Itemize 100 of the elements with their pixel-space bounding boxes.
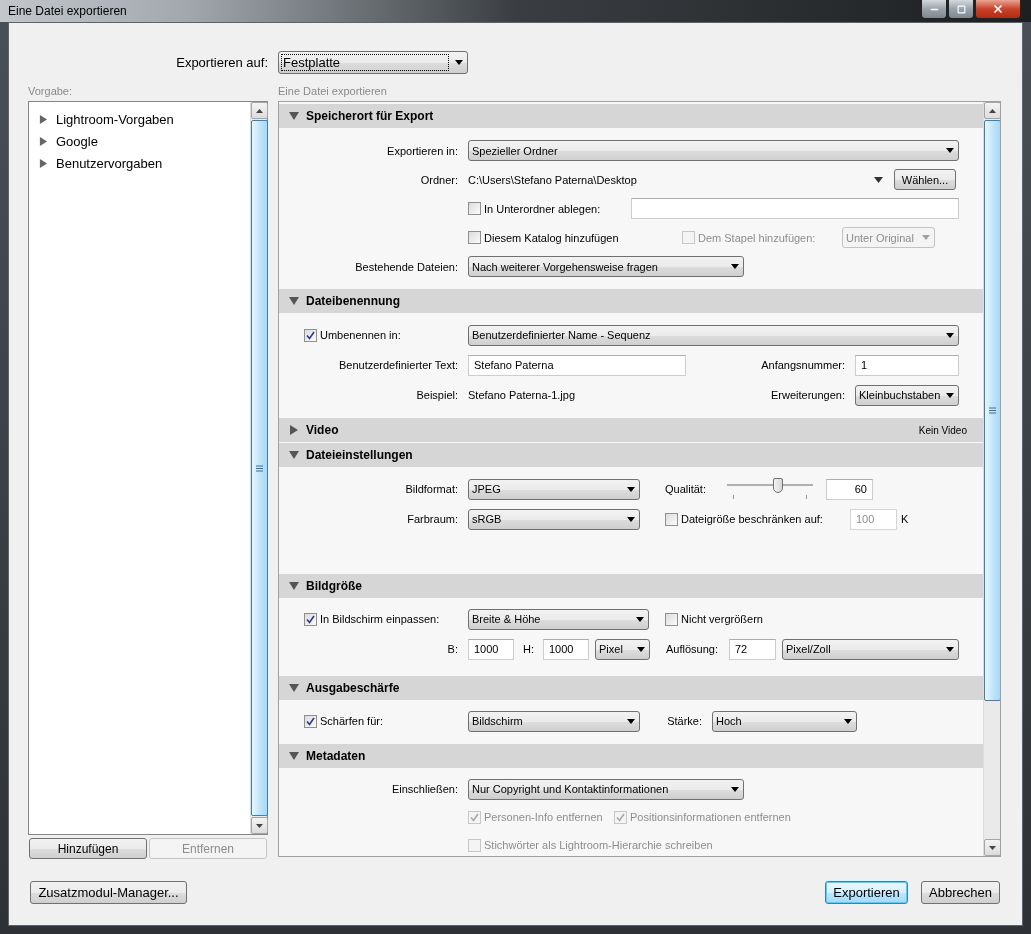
section-header[interactable]: Ausgabeschärfe <box>279 676 983 700</box>
scrollbar-thumb[interactable] <box>984 120 1000 701</box>
dropdown[interactable]: Pixel/Zoll <box>782 638 959 660</box>
checkbox-option[interactable]: Dateigröße beschränken auf: <box>665 512 823 526</box>
checkbox[interactable] <box>468 202 481 215</box>
grip-icon <box>256 464 263 472</box>
section-header[interactable]: Dateibenennung <box>279 289 983 313</box>
checkbox[interactable] <box>468 231 481 244</box>
tree-item[interactable]: Google <box>39 130 250 152</box>
dropdown[interactable]: Bildschirm <box>468 710 640 732</box>
value-text: Stefano Paterna-1.jpg <box>468 389 576 401</box>
dropdown[interactable]: Spezieller Ordner <box>468 140 959 161</box>
caret-icon[interactable] <box>874 176 883 183</box>
section-header[interactable]: Video Kein Video <box>279 418 983 442</box>
section-header[interactable]: Speicherort für Export <box>279 104 983 128</box>
down-arrow-icon <box>256 823 263 828</box>
caret-icon <box>844 718 852 724</box>
checkbox-option[interactable]: Schärfen für: <box>304 714 383 728</box>
field-label: Bildformat: <box>405 483 458 495</box>
checkbox[interactable] <box>304 612 317 626</box>
caret-icon <box>455 60 463 65</box>
caret-icon <box>922 235 930 240</box>
down-arrow-icon <box>989 845 996 850</box>
field-label: H: <box>523 643 534 655</box>
up-arrow-icon <box>989 108 996 113</box>
dropdown[interactable]: JPEG <box>468 478 640 500</box>
field-label: Bestehende Dateien: <box>355 260 458 273</box>
up-arrow-icon <box>256 108 263 113</box>
field-label: Stärke: <box>667 715 702 727</box>
grip-icon <box>989 407 996 414</box>
minimize-button[interactable] <box>921 0 947 19</box>
tree-item[interactable]: Benutzervorgaben <box>39 152 250 174</box>
dropdown[interactable]: Hoch <box>712 710 857 732</box>
tree-item[interactable]: Lightroom-Vorgaben <box>39 108 250 130</box>
slider-thumb[interactable] <box>772 478 783 493</box>
caret-icon <box>946 148 954 153</box>
dropdown[interactable]: Breite & Höhe <box>468 608 649 630</box>
dropdown[interactable]: Nach weiterer Vorgehensweise fragen <box>468 256 744 277</box>
checkbox-option[interactable]: Diesem Katalog hinzufügen <box>468 231 619 244</box>
checkbox[interactable] <box>665 612 678 626</box>
section-header[interactable]: Dateieinstellungen <box>279 443 983 467</box>
text-field[interactable]: 1 <box>855 354 959 376</box>
section-header[interactable]: Metadaten <box>279 744 983 768</box>
section-header[interactable]: Bildgröße <box>279 574 983 598</box>
section-label: Vorgabe: <box>28 85 74 97</box>
checkbox[interactable] <box>304 714 317 728</box>
scroll-down-button[interactable] <box>984 839 1000 856</box>
maximize-icon <box>956 4 966 14</box>
field-label: Erweiterungen: <box>771 389 845 401</box>
preset-button[interactable]: Hinzufügen <box>29 838 147 859</box>
caret-icon <box>627 516 635 522</box>
dropdown[interactable]: sRGB <box>468 508 640 530</box>
dropdown[interactable]: Nur Copyright und Kontaktinformationen <box>468 778 744 800</box>
field-label: Beispiel: <box>416 389 458 401</box>
field-label: Exportieren in: <box>387 144 458 157</box>
checkbox-option[interactable]: In Unterordner ablegen: <box>468 202 601 215</box>
checkbox[interactable] <box>304 328 317 342</box>
choose-button[interactable]: Wählen... <box>894 169 956 190</box>
scroll-up-button[interactable] <box>251 102 268 119</box>
checkbox-option[interactable]: Nicht vergrößern <box>665 612 763 626</box>
field-label: Farbraum: <box>407 513 458 525</box>
section-label: Eine Datei exportieren <box>278 85 388 97</box>
field-label: B: <box>447 643 458 655</box>
dropdown[interactable]: Kleinbuchstaben <box>855 384 959 406</box>
checkbox[interactable] <box>665 512 678 526</box>
scrollbar-thumb[interactable] <box>251 120 268 816</box>
dropdown[interactable]: Pixel <box>595 638 650 660</box>
window-title: Eine Datei exportieren <box>7 3 127 18</box>
checkbox-option[interactable]: In Bildschirm einpassen: <box>304 612 440 626</box>
dialog-button[interactable]: Abbrechen <box>921 881 1000 904</box>
plugin-manager-button[interactable]: Zusatzmodul-Manager... <box>30 881 187 904</box>
caret-icon <box>731 786 739 792</box>
scroll-up-button[interactable] <box>984 102 1000 119</box>
caret-icon <box>731 264 739 269</box>
checkbox-option[interactable]: Umbenennen in: <box>304 328 401 342</box>
close-icon <box>992 3 1004 15</box>
dialog-button[interactable]: Exportieren <box>825 881 908 904</box>
text-field[interactable]: 60 <box>826 478 873 500</box>
dropdown[interactable]: Benutzerdefinierter Name - Sequenz <box>468 324 959 346</box>
text-field[interactable]: Stefano Paterna <box>468 354 686 376</box>
field-label: Exportieren auf: <box>176 55 268 70</box>
close-button[interactable] <box>975 0 1021 19</box>
text-field[interactable] <box>631 198 959 219</box>
text-field[interactable]: 72 <box>729 638 776 660</box>
scroll-down-button[interactable] <box>251 817 268 834</box>
caret-icon <box>946 332 954 338</box>
caret-icon <box>637 646 645 652</box>
value-text: C:\Users\Stefano Paterna\Desktop <box>468 173 637 186</box>
text-field[interactable]: 1000 <box>468 638 514 660</box>
caret-icon <box>627 718 635 724</box>
value-text: K <box>901 513 909 525</box>
maximize-button[interactable] <box>948 0 974 19</box>
field-label: Auflösung: <box>666 643 718 655</box>
field-label: Qualität: <box>665 483 706 495</box>
dropdown[interactable]: Festplatte <box>278 51 468 74</box>
section-note: Kein Video <box>918 424 967 436</box>
field-label: Ordner: <box>420 173 458 186</box>
field-label: Anfangsnummer: <box>761 359 845 371</box>
text-field[interactable]: 1000 <box>543 638 589 660</box>
field-label: Benutzerdefinierter Text: <box>338 359 458 371</box>
